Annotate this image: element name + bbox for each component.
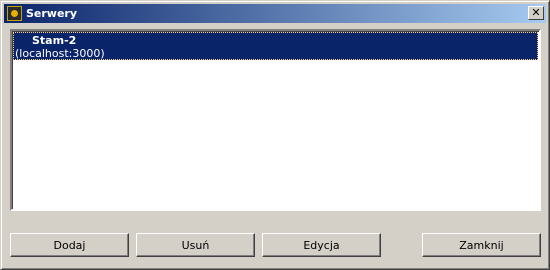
server-list[interactable]: Stam-2 (localhost:3000): [10, 29, 541, 211]
edit-button[interactable]: Edycja: [262, 233, 381, 257]
servers-dialog: Serwery ✕ Stam-2 (localhost:3000) Dodaj …: [0, 0, 550, 270]
server-name: Stam-2: [32, 34, 77, 47]
add-button[interactable]: Dodaj: [10, 233, 129, 257]
window-title: Serwery: [26, 7, 78, 20]
server-address: (localhost:3000): [15, 47, 105, 60]
title-bar: Serwery ✕: [4, 4, 546, 23]
remove-button[interactable]: Usuń: [136, 233, 255, 257]
close-button[interactable]: Zamknij: [422, 233, 541, 257]
close-icon[interactable]: ✕: [528, 6, 544, 20]
list-item[interactable]: Stam-2 (localhost:3000): [13, 32, 538, 60]
app-icon: [7, 6, 22, 21]
